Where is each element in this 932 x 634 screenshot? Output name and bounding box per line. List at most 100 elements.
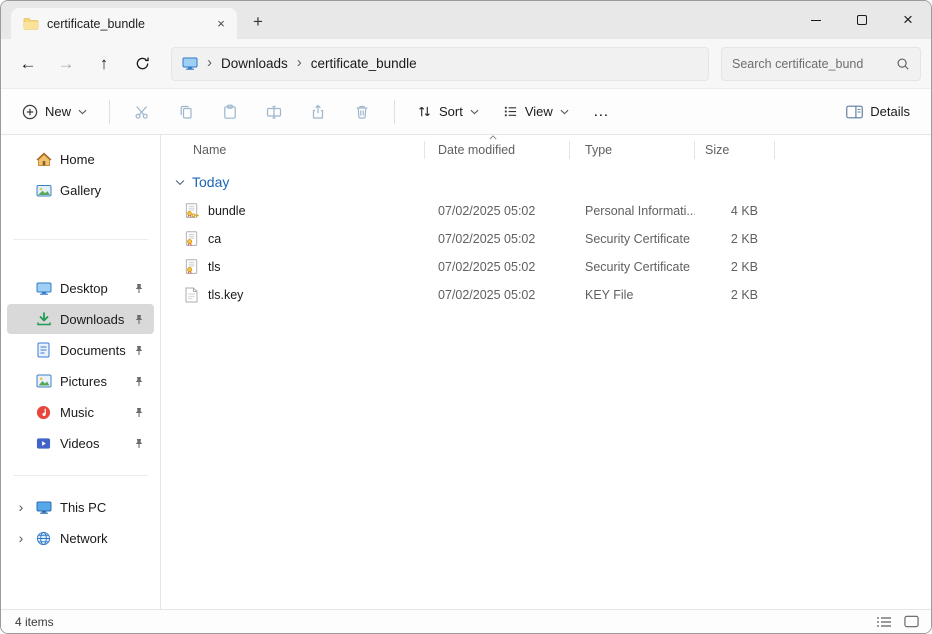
expand-chevron-icon[interactable]: › <box>15 500 27 514</box>
column-header-size[interactable]: Size <box>695 135 775 165</box>
sidebar-item-this-pc[interactable]: › This PC <box>7 492 154 522</box>
up-button[interactable]: ↑ <box>87 48 121 80</box>
file-date: 07/02/2025 05:02 <box>425 288 570 302</box>
window-controls: × <box>793 1 931 39</box>
file-row-tls-key[interactable]: tls.key 07/02/2025 05:02 KEY File 2 KB <box>173 281 931 309</box>
column-header-name[interactable]: Name <box>173 135 425 165</box>
rename-button[interactable] <box>255 94 293 130</box>
details-pane-icon <box>846 105 863 119</box>
sidebar-item-music[interactable]: Music <box>7 397 154 427</box>
sidebar-item-network[interactable]: › Network <box>7 523 154 553</box>
maximize-button[interactable] <box>839 1 885 39</box>
back-button[interactable]: ← <box>11 48 45 80</box>
sidebar-item-gallery[interactable]: Gallery <box>7 175 154 205</box>
paste-button[interactable] <box>211 94 249 130</box>
icons-view-toggle[interactable] <box>904 615 919 628</box>
share-button[interactable] <box>299 94 337 130</box>
search-input[interactable] <box>732 57 890 71</box>
pin-icon <box>134 314 144 325</box>
pictures-icon <box>35 374 52 388</box>
sort-button[interactable]: Sort <box>408 97 488 126</box>
file-size: 4 KB <box>695 204 775 218</box>
group-collapse-icon[interactable] <box>175 179 185 186</box>
file-date: 07/02/2025 05:02 <box>425 232 570 246</box>
toolbar-divider <box>394 100 395 124</box>
sort-button-label: Sort <box>439 104 463 119</box>
search-icon <box>896 57 910 71</box>
more-options-button[interactable]: … <box>584 96 619 128</box>
navigation-bar: ← → ↑ › Downloads › certificate_bundle <box>1 39 931 89</box>
file-row-tls[interactable]: tls 07/02/2025 05:02 Security Certificat… <box>173 253 931 281</box>
this-pc-icon <box>182 56 198 71</box>
breadcrumb-downloads[interactable]: Downloads <box>221 56 288 71</box>
column-headers: Name Date modified Type Size <box>173 135 931 165</box>
search-box[interactable] <box>721 47 921 81</box>
pin-icon <box>134 407 144 418</box>
delete-button[interactable] <box>343 94 381 130</box>
file-type: Security Certificate <box>570 232 695 246</box>
minimize-icon <box>811 20 821 21</box>
breadcrumb-current-folder[interactable]: certificate_bundle <box>311 56 417 71</box>
status-bar: 4 items <box>1 609 931 633</box>
sort-ascending-icon <box>489 135 497 140</box>
view-button[interactable]: View <box>494 97 578 126</box>
new-button[interactable]: New <box>13 97 96 127</box>
new-tab-button[interactable]: + <box>245 9 271 35</box>
cut-button[interactable] <box>123 94 161 130</box>
address-bar[interactable]: › Downloads › certificate_bundle <box>171 47 709 81</box>
pin-icon <box>134 376 144 387</box>
chevron-down-icon <box>560 109 569 115</box>
details-button[interactable]: Details <box>837 97 919 126</box>
close-button[interactable]: × <box>885 1 931 39</box>
sort-icon <box>417 104 432 119</box>
copy-button[interactable] <box>167 94 205 130</box>
network-icon <box>35 531 52 546</box>
sidebar-item-downloads[interactable]: Downloads <box>7 304 154 334</box>
explorer-tab[interactable]: certificate_bundle × <box>11 8 237 39</box>
share-icon <box>310 104 326 120</box>
sidebar-item-documents[interactable]: Documents <box>7 335 154 365</box>
downloads-icon <box>35 311 52 327</box>
group-header-today[interactable]: Today <box>173 167 931 197</box>
trash-icon <box>354 104 370 120</box>
music-icon <box>35 405 52 420</box>
documents-icon <box>35 342 52 358</box>
refresh-button[interactable] <box>125 48 159 80</box>
plus-circle-icon <box>22 104 38 120</box>
file-date: 07/02/2025 05:02 <box>425 204 570 218</box>
toolbar-divider <box>109 100 110 124</box>
sidebar-section-divider <box>1 459 160 491</box>
view-icon <box>503 104 518 119</box>
security-certificate-icon <box>183 259 200 275</box>
file-row-bundle[interactable]: bundle 07/02/2025 05:02 Personal Informa… <box>173 197 931 225</box>
sidebar-item-desktop[interactable]: Desktop <box>7 273 154 303</box>
file-list-pane: Name Date modified Type Size Today <box>161 135 931 609</box>
pin-icon <box>134 283 144 294</box>
file-size: 2 KB <box>695 288 775 302</box>
column-header-type[interactable]: Type <box>570 135 695 165</box>
file-row-ca[interactable]: ca 07/02/2025 05:02 Security Certificate… <box>173 225 931 253</box>
file-name: ca <box>208 232 221 246</box>
security-certificate-icon <box>183 231 200 247</box>
tab-title: certificate_bundle <box>47 17 203 31</box>
ellipsis-icon: … <box>593 103 610 121</box>
sidebar-item-home[interactable]: Home <box>7 144 154 174</box>
desktop-icon <box>35 281 52 296</box>
column-header-date-modified[interactable]: Date modified <box>425 135 570 165</box>
expand-chevron-icon[interactable]: › <box>15 531 27 545</box>
command-toolbar: New Sort View <box>1 89 931 135</box>
minimize-button[interactable] <box>793 1 839 39</box>
sidebar-item-pictures[interactable]: Pictures <box>7 366 154 396</box>
copy-icon <box>178 104 194 120</box>
titlebar: certificate_bundle × + × <box>1 1 931 39</box>
tab-close-button[interactable]: × <box>211 14 231 34</box>
sidebar-item-videos[interactable]: Videos <box>7 428 154 458</box>
navigation-pane: Home Gallery Desktop <box>1 135 161 609</box>
file-type: Personal Informati... <box>570 204 695 218</box>
paste-icon <box>222 104 238 120</box>
breadcrumb-separator-icon: › <box>295 55 304 72</box>
refresh-icon <box>135 56 150 71</box>
view-button-label: View <box>525 104 553 119</box>
details-view-toggle[interactable] <box>876 616 892 628</box>
forward-button[interactable]: → <box>49 48 83 80</box>
